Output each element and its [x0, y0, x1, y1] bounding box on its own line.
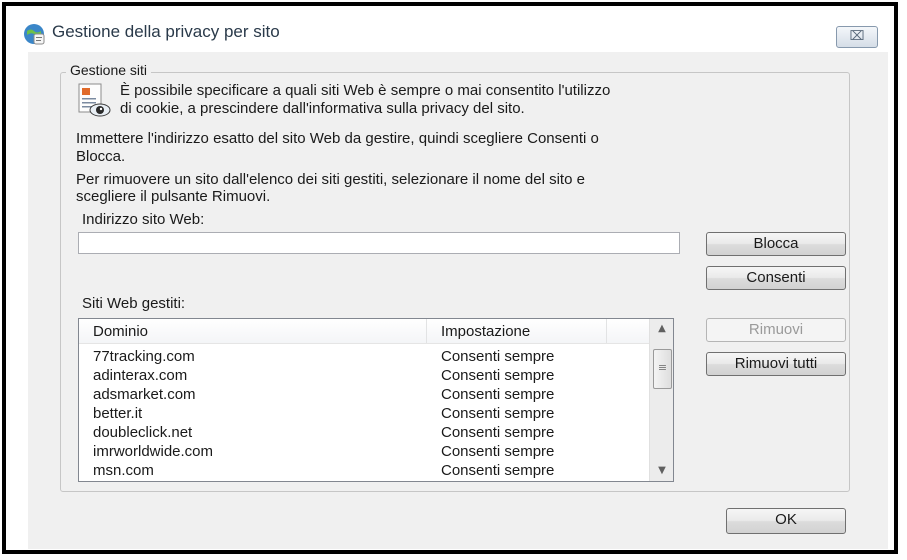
setting-cell: Consenti sempre — [441, 443, 555, 460]
list-item[interactable]: adinterax.com Consenti sempre — [79, 366, 649, 385]
instructions-add-line2: Blocca. — [76, 148, 126, 165]
managed-sites-label: Siti Web gestiti: — [82, 295, 186, 312]
list-item[interactable]: better.it Consenti sempre — [79, 404, 649, 423]
dialog-client-area: Gestione siti È possibile specificare a … — [28, 52, 888, 549]
column-header-domain[interactable]: Dominio — [79, 319, 427, 343]
scroll-thumb[interactable]: ≡ — [653, 349, 672, 389]
ok-button[interactable]: OK — [726, 508, 846, 534]
globe-privacy-icon — [24, 24, 45, 45]
close-button[interactable]: ⌧ — [836, 26, 878, 48]
domain-cell: adsmarket.com — [93, 386, 196, 403]
intro-text-line1: È possibile specificare a quali siti Web… — [120, 82, 611, 99]
address-label: Indirizzo sito Web: — [82, 211, 205, 228]
dialog-title: Gestione della privacy per sito — [52, 22, 280, 41]
block-button[interactable]: Blocca — [706, 232, 846, 256]
setting-cell: Consenti sempre — [441, 367, 555, 384]
setting-cell: Consenti sempre — [441, 386, 555, 403]
remove-all-button[interactable]: Rimuovi tutti — [706, 352, 846, 376]
managed-sites-list[interactable]: Dominio Impostazione 77tracking.com Cons… — [78, 318, 674, 482]
privacy-document-eye-icon — [78, 83, 111, 117]
scroll-down-arrow-icon[interactable]: ▼ — [650, 461, 673, 481]
domain-cell: imrworldwide.com — [93, 443, 214, 460]
list-item[interactable]: doubleclick.net Consenti sempre — [79, 423, 649, 442]
setting-cell: Consenti sempre — [441, 405, 555, 422]
list-item[interactable]: msn.com Consenti sempre — [79, 461, 649, 480]
instructions-add-line1: Immettere l'indirizzo esatto del sito We… — [76, 130, 599, 147]
list-header: Dominio Impostazione — [79, 319, 649, 344]
domain-cell: adinterax.com — [93, 367, 188, 384]
setting-cell: Consenti sempre — [441, 462, 555, 479]
group-label: Gestione siti — [66, 62, 152, 78]
column-header-setting[interactable]: Impostazione — [427, 319, 607, 343]
site-address-input[interactable] — [78, 232, 680, 254]
vertical-scrollbar[interactable]: ▲ ≡ ▼ — [649, 319, 673, 481]
list-item[interactable]: adsmarket.com Consenti sempre — [79, 385, 649, 404]
instructions-remove-line2: scegliere il pulsante Rimuovi. — [76, 188, 271, 205]
remove-button[interactable]: Rimuovi — [706, 318, 846, 342]
setting-cell: Consenti sempre — [441, 424, 555, 441]
domain-cell: 77tracking.com — [93, 348, 195, 365]
allow-button[interactable]: Consenti — [706, 266, 846, 290]
list-item[interactable]: 77tracking.com Consenti sempre — [79, 347, 649, 366]
setting-cell: Consenti sempre — [441, 348, 555, 365]
domain-cell: doubleclick.net — [93, 424, 193, 441]
domain-cell: msn.com — [93, 462, 154, 479]
list-item[interactable]: imrworldwide.com Consenti sempre — [79, 442, 649, 461]
domain-cell: better.it — [93, 405, 143, 422]
intro-text-line2: di cookie, a prescindere dall'informativ… — [120, 100, 525, 117]
scroll-up-arrow-icon[interactable]: ▲ — [650, 319, 673, 339]
